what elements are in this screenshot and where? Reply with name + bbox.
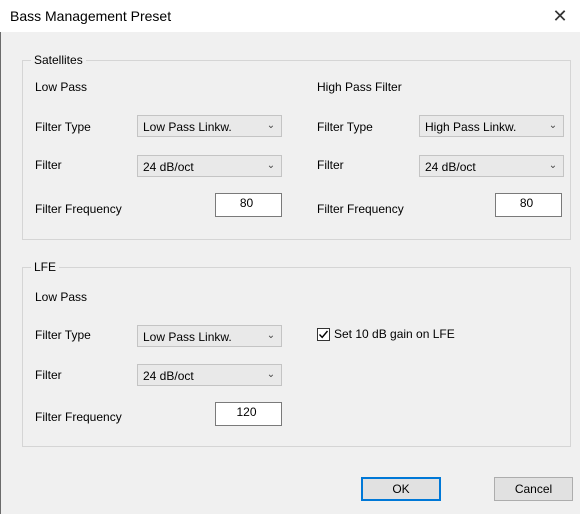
satellites-low-pass-heading: Low Pass [35, 80, 88, 94]
chevron-down-icon: ⌄ [266, 330, 276, 341]
chevron-down-icon: ⌄ [548, 160, 558, 171]
window-edge [0, 32, 1, 514]
satellites-hp-frequency-field[interactable] [495, 193, 562, 217]
satellites-hp-filter-label: Filter [317, 158, 344, 172]
satellites-legend: Satellites [31, 53, 86, 67]
bass-management-dialog: Bass Management Preset ✕ Satellites Low … [0, 0, 580, 514]
lfe-filter-label: Filter [35, 368, 62, 382]
chevron-down-icon: ⌄ [266, 369, 276, 380]
lfe-gain-checkbox[interactable]: Set 10 dB gain on LFE [317, 327, 455, 341]
satellites-hp-frequency-label: Filter Frequency [317, 202, 404, 216]
selected-value: Low Pass Linkw. [143, 120, 232, 134]
selected-value: 24 dB/oct [425, 160, 476, 174]
satellites-lp-filter-select[interactable]: 24 dB/oct ⌄ [137, 155, 282, 177]
satellites-lp-frequency-input[interactable] [216, 194, 281, 216]
lfe-legend: LFE [31, 260, 60, 274]
lfe-filter-type-label: Filter Type [35, 328, 91, 342]
close-icon[interactable]: ✕ [546, 2, 574, 30]
satellites-hp-filter-type-select[interactable]: High Pass Linkw. ⌄ [419, 115, 564, 137]
satellites-lp-filter-type-select[interactable]: Low Pass Linkw. ⌄ [137, 115, 282, 137]
checkmark-icon [318, 330, 329, 338]
chevron-down-icon: ⌄ [266, 120, 276, 131]
selected-value: 24 dB/oct [143, 369, 194, 383]
satellites-hp-filter-type-label: Filter Type [317, 120, 373, 134]
chevron-down-icon: ⌄ [266, 160, 276, 171]
lfe-frequency-field[interactable] [215, 402, 282, 426]
selected-value: Low Pass Linkw. [143, 330, 232, 344]
lfe-frequency-label: Filter Frequency [35, 410, 122, 424]
lfe-filter-select[interactable]: 24 dB/oct ⌄ [137, 364, 282, 386]
cancel-button[interactable]: Cancel [494, 477, 573, 501]
lfe-gain-checkbox-label: Set 10 dB gain on LFE [334, 327, 455, 341]
chevron-down-icon: ⌄ [548, 120, 558, 131]
satellites-lp-filter-label: Filter [35, 158, 62, 172]
lfe-frequency-input[interactable] [216, 403, 281, 425]
satellites-lp-frequency-field[interactable] [215, 193, 282, 217]
window-title: Bass Management Preset [10, 8, 172, 24]
satellites-lp-frequency-label: Filter Frequency [35, 202, 122, 216]
selected-value: 24 dB/oct [143, 160, 194, 174]
lfe-filter-type-select[interactable]: Low Pass Linkw. ⌄ [137, 325, 282, 347]
satellites-hp-frequency-input[interactable] [496, 194, 561, 216]
checkbox-box[interactable] [317, 327, 330, 341]
lfe-low-pass-heading: Low Pass [35, 290, 88, 304]
satellites-high-pass-heading: High Pass Filter [317, 80, 402, 94]
satellites-lp-filter-type-label: Filter Type [35, 120, 91, 134]
satellites-hp-filter-select[interactable]: 24 dB/oct ⌄ [419, 155, 564, 177]
ok-button[interactable]: OK [361, 477, 441, 501]
selected-value: High Pass Linkw. [425, 120, 517, 134]
title-bar: Bass Management Preset ✕ [0, 0, 580, 32]
